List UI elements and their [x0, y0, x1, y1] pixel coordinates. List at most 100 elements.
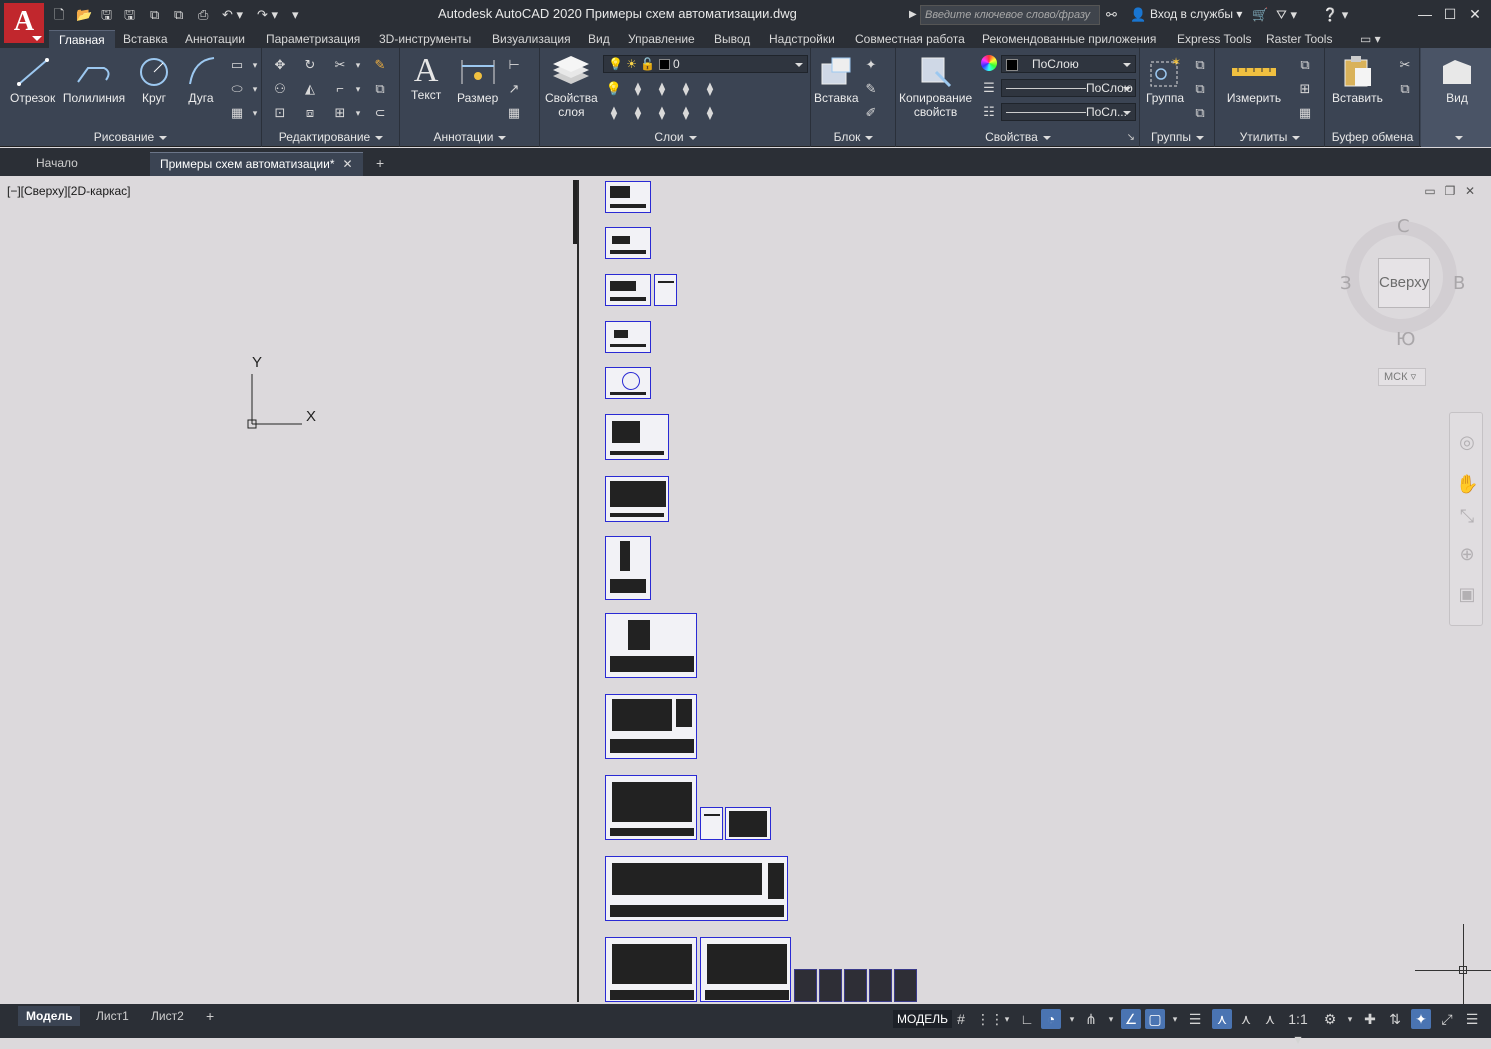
- group-tool[interactable]: ✶ Группа: [1145, 54, 1185, 105]
- panel-utilities-title[interactable]: Утилиты: [1216, 130, 1324, 144]
- viewport-close-icon[interactable]: ✕: [1463, 184, 1477, 198]
- drawing-sheet[interactable]: [819, 969, 842, 1002]
- panel-launcher-icon[interactable]: ↘: [1127, 132, 1135, 143]
- annotation-visibility-icon[interactable]: ⋏: [1212, 1009, 1232, 1029]
- close-icon[interactable]: ✕: [343, 157, 353, 171]
- layer-off-icon[interactable]: 💡: [605, 80, 623, 98]
- layer-dropdown[interactable]: 💡 ☀ 🔓 0: [603, 55, 808, 73]
- layer-match-icon[interactable]: ⧫: [701, 80, 719, 98]
- drawing-sheet[interactable]: [605, 321, 651, 353]
- add-layout-icon[interactable]: +: [198, 1006, 222, 1026]
- panel-block-title[interactable]: Блок: [812, 130, 895, 144]
- steering-wheel-icon[interactable]: ◎: [1456, 431, 1478, 453]
- ucs-menu[interactable]: МСК ▿: [1378, 368, 1426, 386]
- save-web-icon[interactable]: ⧉: [174, 6, 183, 24]
- chevron-down-icon[interactable]: ▾: [1340, 1009, 1360, 1029]
- array-icon[interactable]: ⊞: [331, 104, 349, 122]
- mirror-icon[interactable]: ◭: [301, 80, 319, 98]
- tab-collaborate[interactable]: Совместная работа: [855, 30, 965, 48]
- layer-freeze-icon[interactable]: ⧫: [653, 80, 671, 98]
- viewport-restore-icon[interactable]: ❐: [1443, 184, 1457, 198]
- calculator-icon[interactable]: ▦: [1296, 104, 1314, 122]
- drawing-sheet[interactable]: [844, 969, 867, 1002]
- zoom-extents-icon[interactable]: ⤡: [1456, 505, 1478, 527]
- drawing-sheet[interactable]: [654, 274, 677, 306]
- pan-icon[interactable]: ✋: [1456, 473, 1478, 495]
- block-attributes-icon[interactable]: ✐: [862, 104, 880, 122]
- new-file-icon[interactable]: 🗋: [54, 6, 64, 24]
- measure-tool[interactable]: Измерить: [1224, 54, 1284, 105]
- ortho-icon[interactable]: ∟: [1017, 1009, 1037, 1029]
- lineweight-dropdown[interactable]: ПоСл...: [1001, 103, 1136, 121]
- layer-properties-tool[interactable]: Свойства слоя: [545, 54, 598, 119]
- chevron-down-icon[interactable]: ▾: [349, 80, 367, 98]
- match-properties-tool[interactable]: Копирование свойств: [899, 54, 972, 119]
- drawing-sheet[interactable]: [869, 969, 892, 1002]
- tab-express-tools[interactable]: Express Tools: [1177, 30, 1251, 48]
- trim-icon[interactable]: ✂: [331, 56, 349, 74]
- dimension-tool[interactable]: Размер: [457, 54, 498, 105]
- drawing-sheet[interactable]: [605, 536, 651, 600]
- tab-featured-apps[interactable]: Рекомендованные приложения: [982, 30, 1156, 48]
- create-block-icon[interactable]: ✦: [862, 56, 880, 74]
- ungroup-icon[interactable]: ⧉: [1191, 56, 1209, 74]
- chevron-down-icon[interactable]: ▾: [246, 56, 264, 74]
- lineweight-icon[interactable]: ☰: [980, 79, 998, 97]
- panel-view-expand[interactable]: [1421, 130, 1491, 144]
- tab-visualize[interactable]: Визуализация: [492, 30, 571, 48]
- quick-properties-icon[interactable]: ✦: [1411, 1009, 1431, 1029]
- new-tab-icon[interactable]: +: [366, 152, 394, 176]
- drawing-sheet[interactable]: [605, 181, 651, 213]
- layer-current-icon[interactable]: ⧫: [605, 104, 623, 122]
- cut-icon[interactable]: ✂: [1396, 56, 1414, 74]
- layer-copy-icon[interactable]: ⧫: [701, 104, 719, 122]
- drawing-sheet[interactable]: [605, 476, 669, 522]
- save-icon[interactable]: 🖫: [101, 6, 112, 24]
- search-input[interactable]: Введите ключевое слово/фразу: [920, 5, 1100, 25]
- polar-tracking-icon[interactable]: ◔: [1041, 1009, 1061, 1029]
- color-dropdown[interactable]: ПоСлою: [1001, 55, 1136, 73]
- panel-modify-title[interactable]: Редактирование: [263, 130, 399, 144]
- compass-south[interactable]: Ю: [1396, 329, 1415, 350]
- arc-tool[interactable]: Дуга: [186, 54, 216, 105]
- expand-search-icon[interactable]: ▶: [909, 6, 917, 24]
- compass-east[interactable]: В: [1453, 273, 1465, 294]
- signin-button[interactable]: Вход в службы ▾: [1150, 7, 1242, 21]
- clean-screen-icon[interactable]: ⤢: [1437, 1009, 1457, 1029]
- panel-draw-title[interactable]: Рисование: [0, 130, 261, 144]
- close-icon[interactable]: ✕: [1464, 4, 1486, 24]
- minimize-icon[interactable]: —: [1414, 4, 1436, 24]
- cart-icon[interactable]: 🛒: [1252, 6, 1268, 24]
- open-icon[interactable]: 📂: [76, 6, 92, 24]
- rectangle-icon[interactable]: ▭: [228, 56, 246, 74]
- customize-quick-access-icon[interactable]: ▾: [292, 6, 299, 24]
- maximize-icon[interactable]: ☐: [1439, 4, 1461, 24]
- viewport-controls[interactable]: [−][Сверху][2D-каркас]: [7, 184, 131, 198]
- hatch-icon[interactable]: ▦: [228, 104, 246, 122]
- group-edit-icon[interactable]: ⧉: [1191, 80, 1209, 98]
- tab-view[interactable]: Вид: [588, 30, 610, 48]
- tab-output[interactable]: Вывод: [714, 30, 750, 48]
- panel-groups-title[interactable]: Группы: [1141, 130, 1214, 144]
- linetype-dropdown[interactable]: ПоСлою: [1001, 79, 1136, 97]
- chevron-down-icon[interactable]: ▾: [349, 104, 367, 122]
- drawing-sheet[interactable]: [605, 274, 651, 306]
- layer-iso-icon[interactable]: ⧫: [629, 80, 647, 98]
- compass-west[interactable]: З: [1340, 273, 1352, 294]
- panel-annotation-title[interactable]: Аннотации: [401, 130, 539, 144]
- tab-insert[interactable]: Вставка: [123, 30, 168, 48]
- layer-uniso-icon[interactable]: ⧫: [629, 104, 647, 122]
- grid-icon[interactable]: #: [951, 1009, 971, 1029]
- circle-tool[interactable]: Круг: [139, 54, 169, 105]
- file-tab-drawing[interactable]: Примеры схем автоматизации* ✕: [150, 152, 363, 176]
- snap-icon[interactable]: ⋮⋮: [976, 1009, 1004, 1029]
- viewport-minimize-icon[interactable]: ▭: [1423, 184, 1437, 198]
- help-icon[interactable]: ❔ ▾: [1322, 6, 1348, 24]
- view-tool[interactable]: Вид: [1437, 54, 1477, 105]
- plot-icon[interactable]: ⎙: [198, 6, 208, 24]
- tab-3d-tools[interactable]: 3D-инструменты: [379, 30, 471, 48]
- layout-tab-sheet1[interactable]: Лист1: [88, 1006, 137, 1026]
- layout-tab-sheet2[interactable]: Лист2: [143, 1006, 192, 1026]
- group-select-icon[interactable]: ⧉: [1191, 104, 1209, 122]
- drawing-sheet[interactable]: [605, 414, 669, 460]
